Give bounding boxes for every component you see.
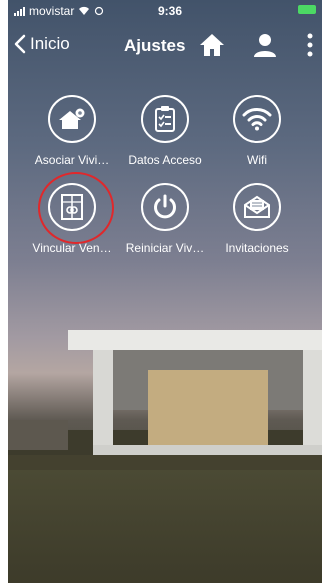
tile-label: Invitaciones xyxy=(225,241,289,255)
tile-circle xyxy=(141,183,189,231)
chevron-left-icon xyxy=(14,34,26,54)
user-profile-icon[interactable] xyxy=(252,32,278,58)
status-bar: movistar 9:36 xyxy=(8,0,322,22)
activity-icon xyxy=(95,6,104,16)
carrier-name: movistar xyxy=(29,4,75,18)
back-label: Inicio xyxy=(30,34,70,53)
page-title: Ajustes xyxy=(124,36,186,55)
battery-icon xyxy=(298,5,316,14)
tile-access-data[interactable]: Datos Acceso xyxy=(120,95,210,167)
more-menu-icon[interactable] xyxy=(306,32,314,58)
tile-label: Wifi xyxy=(247,153,267,167)
clipboard-checklist-icon xyxy=(155,106,175,132)
tile-label: Reiniciar Viv… xyxy=(125,241,205,255)
home-button-icon[interactable] xyxy=(198,32,226,58)
tile-wifi[interactable]: Wifi xyxy=(212,95,302,167)
tile-invitations[interactable]: Invitaciones xyxy=(212,183,302,255)
wifi-icon xyxy=(242,108,272,131)
background-ground xyxy=(8,470,322,583)
app-screen: movistar 9:36 Inicio Ajustes Asociar Viv… xyxy=(8,0,322,583)
signal-icon xyxy=(14,6,25,16)
carrier-group: movistar xyxy=(14,4,104,18)
tile-associate-home[interactable]: Asociar Vivi… xyxy=(27,95,117,167)
power-icon xyxy=(154,194,176,219)
tile-circle xyxy=(48,95,96,143)
navigation-bar: Inicio Ajustes xyxy=(8,24,322,68)
wifi-status-icon xyxy=(79,6,90,16)
tile-circle xyxy=(233,183,281,231)
house-settings-icon xyxy=(59,108,85,129)
tile-label: Asociar Vivi… xyxy=(34,153,110,167)
tile-label: Datos Acceso xyxy=(128,153,202,167)
back-button[interactable]: Inicio xyxy=(14,34,70,54)
status-time: 9:36 xyxy=(158,4,183,18)
tile-restart-home[interactable]: Reiniciar Viv… xyxy=(120,183,210,255)
tile-circle xyxy=(141,95,189,143)
highlight-circle xyxy=(38,172,114,244)
envelope-icon xyxy=(244,195,270,218)
tile-circle xyxy=(233,95,281,143)
